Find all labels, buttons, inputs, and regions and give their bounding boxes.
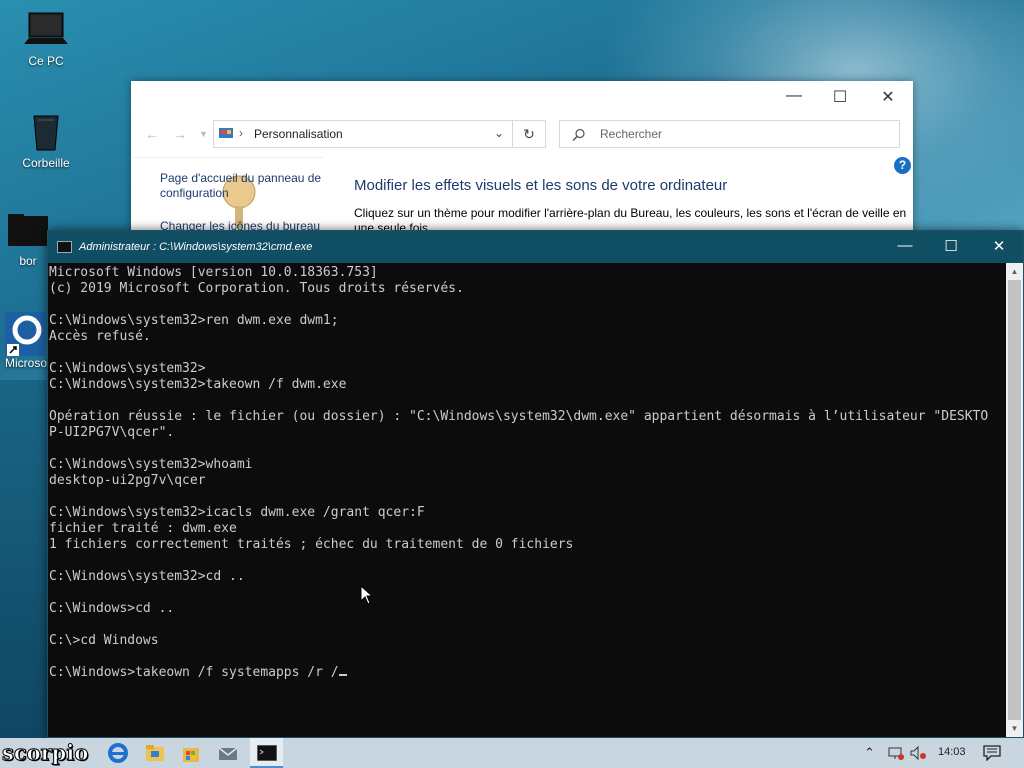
minimize-button[interactable]: — — [882, 237, 928, 257]
notification-center-icon[interactable] — [983, 745, 1001, 761]
desktop-icon-this-pc[interactable]: Ce PC — [6, 10, 86, 68]
console-line: C:\Windows\system32>takeown /f dwm.exe — [49, 377, 347, 392]
start-logo[interactable]: scorpio — [1, 740, 88, 766]
show-hidden-icons-chevron-icon[interactable]: ⌃ — [864, 745, 875, 761]
desktop-icon-label: Ce PC — [28, 54, 64, 68]
folder-icon — [8, 214, 48, 246]
search-icon — [572, 128, 585, 141]
console-line: C:\Windows\system32>whoami — [49, 457, 253, 472]
vertical-scrollbar[interactable]: ▲ ▼ — [1006, 263, 1023, 737]
close-button[interactable]: ✕ — [865, 87, 911, 107]
console-output[interactable]: Microsoft Windows [version 10.0.18363.75… — [49, 263, 1007, 737]
console-line: Microsoft Windows [version 10.0.18363.75… — [49, 265, 378, 280]
control-panel-icon — [219, 128, 233, 138]
console-line: desktop-ui2pg7v\qcer — [49, 473, 206, 488]
refresh-button[interactable]: ↻ — [513, 120, 546, 148]
console-line: Opération réussie : le fichier (ou dossi… — [49, 409, 989, 424]
search-input[interactable]: Rechercher — [559, 120, 900, 148]
mouse-pointer-icon — [360, 585, 374, 605]
back-arrow-icon[interactable]: ← — [145, 126, 159, 142]
console-line: C:\>cd Windows — [49, 633, 159, 648]
console-line: C:\Windows>cd .. — [49, 601, 175, 616]
console-line: C:\Windows\system32>cd .. — [49, 569, 245, 584]
console-line: C:\Windows\system32>icacls dwm.exe /gran… — [49, 505, 425, 520]
scroll-up-arrow-icon[interactable]: ▲ — [1006, 263, 1023, 280]
taskbar-cmd-button[interactable] — [250, 738, 283, 768]
console-line: Accès refusé. — [49, 329, 151, 344]
recycle-bin-icon — [33, 115, 59, 151]
cmd-app-icon — [57, 241, 72, 253]
address-text: Personnalisation — [254, 127, 343, 141]
desktop-icon-label: Microso — [5, 356, 48, 370]
file-explorer-icon[interactable] — [142, 741, 168, 765]
desktop-icon-folder[interactable]: bor — [6, 212, 50, 268]
edge-shortcut-icon — [5, 312, 45, 356]
console-line: C:\Windows\system32> — [49, 361, 206, 376]
network-icon[interactable] — [888, 746, 904, 760]
scroll-down-arrow-icon[interactable]: ▼ — [1006, 720, 1023, 737]
scrollbar-thumb[interactable] — [1008, 280, 1021, 720]
console-line: C:\Windows\system32>ren dwm.exe dwm1; — [49, 313, 339, 328]
recent-chevron-icon[interactable]: ▼ — [199, 129, 208, 139]
forward-arrow-icon[interactable]: → — [173, 126, 187, 142]
help-button[interactable]: ? — [894, 157, 911, 174]
console-line: P-UI2PG7V\qcer". — [49, 425, 175, 440]
console-line: 1 fichiers correctement traités ; échec … — [49, 537, 574, 552]
cmd-titlebar[interactable]: Administrateur : C:\Windows\system32\cmd… — [48, 231, 1023, 263]
breadcrumb-separator: › — [239, 126, 243, 140]
desktop-icon-label: Corbeille — [22, 156, 70, 170]
page-title: Modifier les effets visuels et les sons … — [354, 177, 728, 194]
cmd-taskbar-icon — [257, 745, 277, 761]
console-line: fichier traité : dwm.exe — [49, 521, 237, 536]
laptop-icon — [24, 12, 68, 44]
maximize-button[interactable]: ☐ — [817, 87, 863, 107]
desktop-icon-label: bor — [19, 254, 37, 268]
command-prompt-window[interactable]: Administrateur : C:\Windows\system32\cmd… — [47, 230, 1024, 738]
personalization-window[interactable]: — ☐ ✕ ← → ▼ › Personnalisation ⌄ ↻ Reche… — [131, 81, 913, 251]
store-icon[interactable] — [178, 741, 204, 765]
console-line: (c) 2019 Microsoft Corporation. Tous dro… — [49, 281, 464, 296]
console-line: C:\Windows>takeown /f systemapps /r / — [49, 665, 1007, 681]
text-cursor — [338, 674, 347, 676]
desktop-icon-recycle-bin[interactable]: Corbeille — [6, 110, 86, 170]
minimize-button[interactable]: — — [771, 87, 817, 107]
close-button[interactable]: ✕ — [976, 237, 1022, 257]
edge-icon[interactable] — [105, 741, 131, 765]
explorer-titlebar[interactable]: — ☐ ✕ — [131, 81, 913, 111]
explorer-navbar: ← → ▼ › Personnalisation ⌄ ↻ Rechercher — [131, 118, 913, 150]
control-panel-home-link[interactable]: Page d'accueil du panneau de configurati… — [160, 171, 325, 201]
address-dropdown-chevron-icon[interactable]: ⌄ — [494, 126, 504, 140]
taskbar: scorpio ⌃ 14:03 — [0, 738, 1024, 768]
desktop-icon-edge[interactable]: Microso — [0, 312, 47, 370]
maximize-button[interactable]: ☐ — [928, 237, 974, 257]
taskbar-clock[interactable]: 14:03 — [938, 746, 966, 758]
address-bar[interactable]: › Personnalisation ⌄ — [213, 120, 513, 148]
cmd-window-title: Administrateur : C:\Windows\system32\cmd… — [79, 241, 313, 253]
speaker-muted-icon[interactable] — [910, 746, 928, 760]
mail-icon[interactable] — [215, 741, 241, 765]
search-placeholder: Rechercher — [600, 127, 663, 141]
